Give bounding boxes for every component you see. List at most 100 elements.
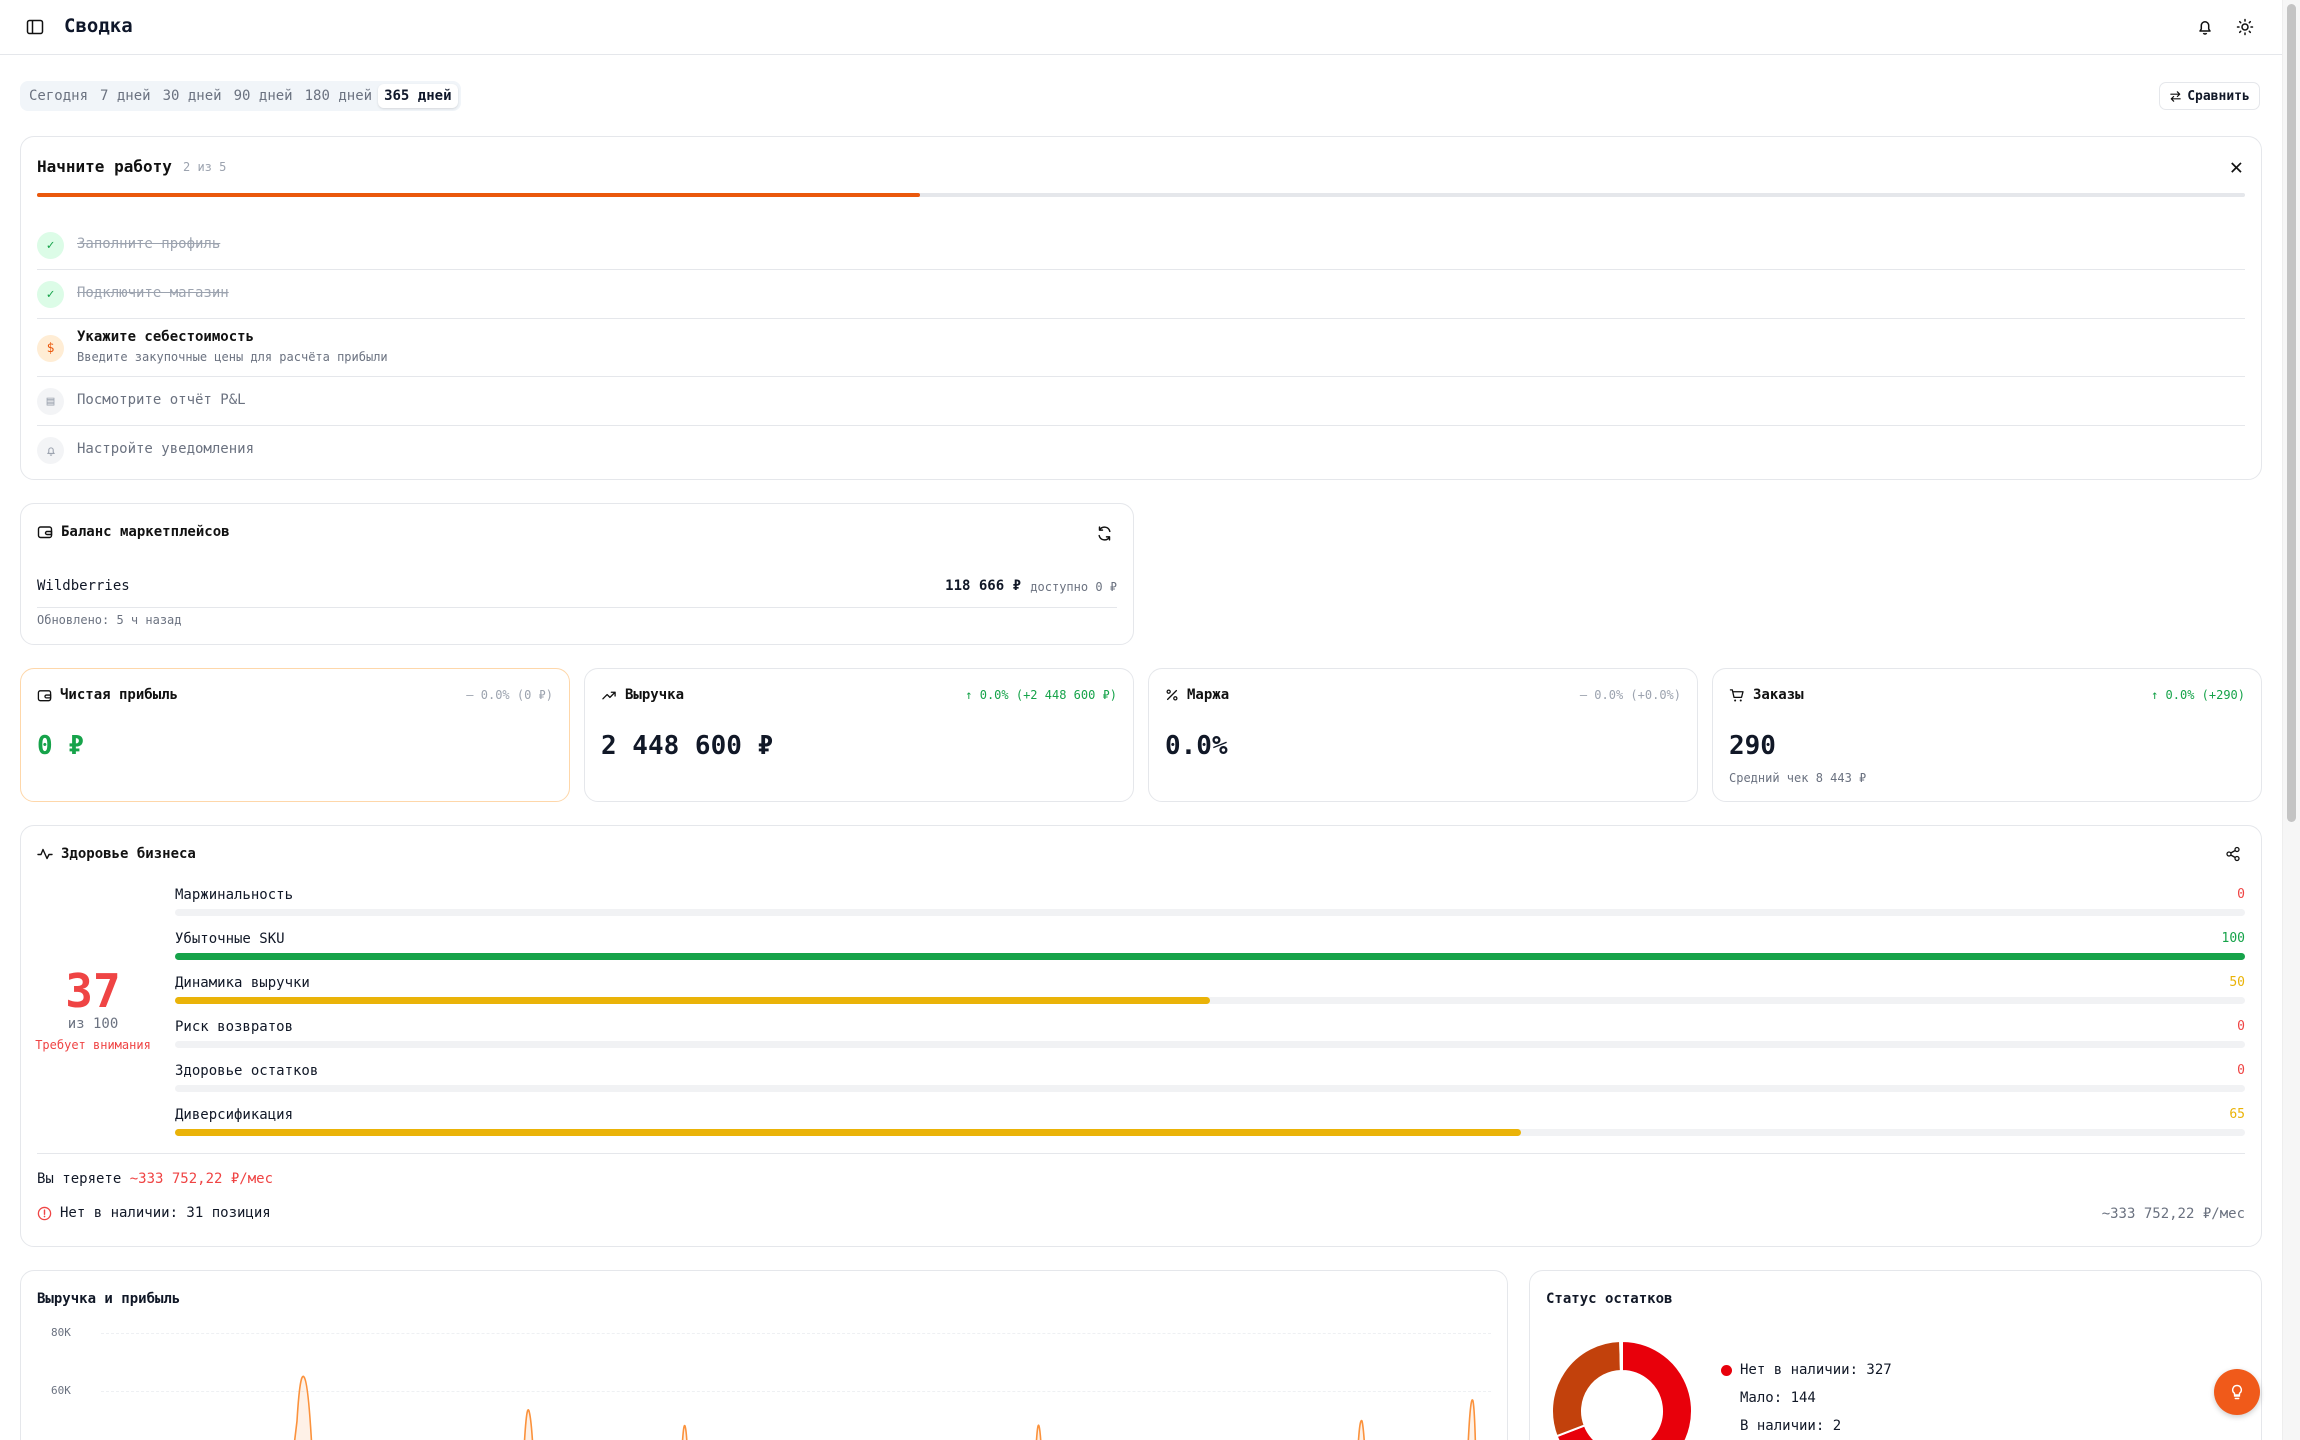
divider — [37, 607, 1117, 608]
health-metric-track — [175, 1041, 2245, 1048]
onboarding-step[interactable]: Настройте уведомления — [37, 426, 2245, 475]
health-metric-track — [175, 1085, 2245, 1092]
scrollbar-thumb[interactable] — [2287, 4, 2296, 822]
kpi-card-profit: Чистая прибыль — 0.0% (0 ₽) 0 ₽ — [20, 668, 570, 802]
bell-icon — [37, 437, 64, 464]
wallet-icon — [37, 689, 52, 701]
balance-amount: 118 666 ₽ — [945, 578, 1021, 594]
health-metric-value: 50 — [2229, 975, 2245, 990]
marketplace-name: Wildberries — [37, 578, 130, 594]
onboarding-step[interactable]: ✓ Заполните профиль — [37, 221, 2245, 270]
kpi-value: 0 ₽ — [37, 731, 84, 761]
onboarding-progress-fill — [37, 193, 921, 197]
kpi-delta: ↑ 0.0% (+2 448 600 ₽) — [965, 688, 1117, 702]
stock-title: Статус остатков — [1546, 1291, 1673, 1307]
balance-header: Баланс маркетплейсов — [37, 524, 230, 540]
onboarding-step-hint: Введите закупочные цены для расчёта приб… — [77, 350, 388, 364]
period-option[interactable]: 30 дней — [157, 84, 228, 108]
period-option[interactable]: 7 дней — [94, 84, 157, 108]
onboarding-card: Начните работу 2 из 5 ✕ ✓ Заполните профи… — [20, 136, 2262, 480]
health-metric-track — [175, 1129, 2245, 1136]
health-metric-name: Здоровье остатков — [175, 1063, 319, 1079]
loss-row: Вы теряете ~333 752,22 ₽/мес — [37, 1171, 273, 1187]
onboarding-counter: 2 из 5 — [183, 160, 227, 174]
balance-available: доступно 0 ₽ — [1030, 580, 1117, 594]
kpi-title: Заказы — [1753, 687, 1804, 703]
health-metric-value: 0 — [2237, 1063, 2245, 1078]
balance-updated: Обновлено: 5 ч назад — [37, 613, 182, 627]
period-option[interactable]: 180 дней — [299, 84, 378, 108]
health-metric-track — [175, 909, 2245, 916]
page-title: Сводка — [64, 15, 133, 37]
stock-legend-label: Нет в наличии: 327 — [1740, 1362, 1892, 1378]
donut-slice[interactable] — [1619, 1339, 1623, 1373]
compare-button[interactable]: Сравнить — [2159, 82, 2260, 110]
compare-label: Сравнить — [2187, 88, 2250, 104]
period-option[interactable]: Сегодня — [23, 84, 94, 108]
stock-donut-chart — [1552, 1339, 1693, 1440]
balance-card: Баланс маркетплейсов Wildberries 118 666… — [20, 503, 1134, 645]
period-option[interactable]: 90 дней — [228, 84, 299, 108]
stock-legend-item: Мало: 144 — [1721, 1390, 1816, 1406]
health-score-of: из 100 — [67, 1016, 119, 1032]
revenue-series-line — [293, 1375, 1477, 1440]
onboarding-step[interactable]: ▤ Посмотрите отчёт P&L — [37, 377, 2245, 426]
alert-value: ~333 752,22 ₽/мес — [2101, 1206, 2245, 1222]
loss-value: ~333 752,22 ₽/мес — [129, 1171, 274, 1187]
kpi-title: Выручка — [625, 687, 685, 703]
health-metric-track — [175, 953, 2245, 960]
check-icon: ✓ — [37, 232, 64, 259]
health-score: 37 — [65, 964, 121, 1018]
period-option[interactable]: 365 дней — [378, 84, 458, 108]
onboarding-title: Начните работу — [37, 157, 172, 176]
refresh-icon[interactable] — [1096, 525, 1113, 542]
trending-up-icon — [602, 691, 616, 699]
donut-slice[interactable] — [1552, 1339, 1622, 1438]
health-metric-name: Динамика выручки — [175, 975, 310, 991]
kpi-value: 2 448 600 ₽ — [601, 731, 774, 761]
revenue-line-chart — [293, 1375, 1477, 1440]
health-metric-value: 65 — [2229, 1107, 2245, 1122]
alert-row: Нет в наличии: 31 позиция — [37, 1205, 271, 1221]
health-metric-value: 0 — [2237, 887, 2245, 902]
onboarding-step-label: Заполните профиль — [77, 236, 221, 252]
kpi-delta: — 0.0% (+0.0%) — [1579, 688, 1681, 702]
kpi-value: 290 — [1729, 731, 1776, 761]
health-metric-name: Диверсификация — [175, 1107, 294, 1123]
divider — [37, 1153, 2245, 1154]
share-icon[interactable] — [2225, 846, 2241, 862]
bell-icon[interactable] — [2195, 17, 2215, 37]
scrollbar[interactable] — [2282, 0, 2300, 1440]
kpi-header: Выручка — [601, 687, 684, 703]
sun-icon[interactable] — [2235, 17, 2255, 37]
kpi-header: Чистая прибыль — [37, 687, 178, 703]
onboarding-step-label: Настройте уведомления — [77, 441, 255, 457]
alert-text: Нет в наличии: 31 позиция — [60, 1205, 271, 1221]
onboarding-step[interactable]: ✓ Подключите магазин — [37, 270, 2245, 319]
health-status: Требует внимания — [35, 1038, 151, 1052]
balance-title: Баланс маркетплейсов — [61, 524, 230, 540]
kpi-card-margin: Маржа — 0.0% (+0.0%) 0.0% — [1148, 668, 1698, 802]
kpi-card-revenue: Выручка ↑ 0.0% (+2 448 600 ₽) 2 448 600 … — [584, 668, 1134, 802]
sidebar-toggle-icon[interactable] — [25, 17, 45, 37]
top-bar: Сводка — [0, 0, 2282, 55]
health-metric-fill — [175, 953, 2245, 960]
onboarding-step-label: Посмотрите отчёт P&L — [77, 392, 246, 408]
kpi-title: Маржа — [1187, 687, 1230, 703]
health-metric-fill — [175, 997, 1210, 1004]
loss-prefix: Вы теряете — [37, 1171, 122, 1187]
percent-icon — [1166, 689, 1178, 701]
business-health-card: Здоровье бизнеса 37 из 100 Требует внима… — [20, 825, 2262, 1247]
swap-icon — [2170, 90, 2181, 102]
help-button[interactable] — [2214, 1369, 2260, 1415]
cart-icon — [1729, 688, 1744, 701]
onboarding-step-label: Подключите магазин — [77, 285, 229, 301]
health-metric-value: 100 — [2221, 931, 2245, 946]
health-metric-name: Риск возвратов — [175, 1019, 294, 1035]
legend-dot — [1721, 1364, 1732, 1376]
close-icon[interactable]: ✕ — [2230, 155, 2243, 180]
wallet-icon — [37, 526, 53, 539]
kpi-header: Маржа — [1165, 687, 1229, 703]
stock-legend-item: Нет в наличии: 327 — [1721, 1362, 1892, 1378]
onboarding-step[interactable]: $ Укажите себестоимость Введите закупочные… — [37, 319, 2245, 377]
